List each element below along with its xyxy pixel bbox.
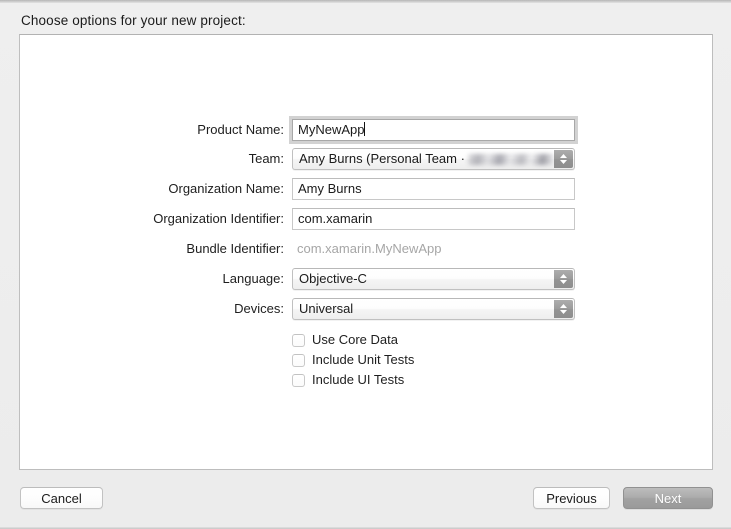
control-organization-name: Amy Burns [292, 178, 575, 200]
checkbox-label: Include UI Tests [312, 372, 405, 387]
team-value: Amy Burns (Personal Team · [299, 151, 465, 166]
chevron-down-icon [560, 310, 567, 314]
chevron-up-icon [560, 304, 567, 308]
checkbox-box-icon[interactable] [292, 353, 305, 367]
organization-identifier-input[interactable]: com.xamarin [292, 208, 575, 230]
chevron-up-icon [560, 154, 567, 158]
label-bundle-identifier: Bundle Identifier: [186, 241, 284, 256]
cancel-button[interactable]: Cancel [20, 487, 103, 509]
control-product-name: MyNewApp [289, 116, 578, 144]
checkbox-include-unit-tests[interactable]: Include Unit Tests [292, 351, 414, 369]
checkbox-label: Use Core Data [312, 332, 398, 347]
text-caret [364, 122, 366, 136]
chevron-up-icon [560, 274, 567, 278]
window-top-edge [0, 0, 731, 3]
control-devices: Universal [292, 298, 575, 320]
organization-name-value: Amy Burns [298, 181, 362, 196]
chevron-down-icon [560, 160, 567, 164]
label-language: Language: [222, 271, 284, 286]
devices-dropdown[interactable]: Universal [292, 298, 575, 320]
control-bundle-identifier: com.xamarin.MyNewApp [292, 238, 575, 260]
control-language: Objective-C [292, 268, 575, 290]
product-name-value: MyNewApp [298, 122, 365, 137]
checkbox-box-icon[interactable] [292, 373, 305, 387]
field-row-product-name: Product Name: MyNewApp [20, 116, 712, 144]
organization-identifier-value: com.xamarin [298, 211, 373, 226]
field-row-organization-name: Organization Name: Amy Burns [20, 178, 712, 200]
label-organization-name: Organization Name: [168, 181, 284, 196]
language-value: Objective-C [299, 271, 367, 286]
product-name-input[interactable]: MyNewApp [289, 116, 578, 144]
redacted-team-identifier [467, 154, 554, 166]
control-team: Amy Burns (Personal Team · [292, 148, 575, 170]
field-row-bundle-identifier: Bundle Identifier: com.xamarin.MyNewApp [20, 238, 712, 260]
devices-value: Universal [299, 301, 354, 316]
page-title: Choose options for your new project: [21, 13, 246, 28]
team-dropdown[interactable]: Amy Burns (Personal Team · [292, 148, 575, 170]
label-devices: Devices: [234, 301, 284, 316]
previous-button[interactable]: Previous [533, 487, 610, 509]
checkbox-include-ui-tests[interactable]: Include UI Tests [292, 371, 404, 389]
checkbox-use-core-data[interactable]: Use Core Data [292, 331, 398, 349]
field-row-devices: Devices: Universal [20, 298, 712, 320]
next-button[interactable]: Next [623, 487, 713, 509]
field-row-language: Language: Objective-C [20, 268, 712, 290]
project-options-dialog: Choose options for your new project: Pro… [0, 0, 731, 529]
options-panel: Product Name: MyNewApp Team: Amy Burns (… [19, 34, 713, 470]
devices-stepper[interactable] [554, 300, 573, 318]
checkbox-box-icon[interactable] [292, 333, 305, 347]
checkbox-label: Include Unit Tests [312, 352, 415, 367]
team-stepper[interactable] [554, 150, 573, 168]
label-team: Team: [248, 151, 284, 166]
field-row-team: Team: Amy Burns (Personal Team · [20, 148, 712, 170]
chevron-down-icon [560, 280, 567, 284]
organization-name-input[interactable]: Amy Burns [292, 178, 575, 200]
label-product-name: Product Name: [197, 122, 284, 137]
label-organization-identifier: Organization Identifier: [153, 211, 284, 226]
language-dropdown[interactable]: Objective-C [292, 268, 575, 290]
field-row-organization-identifier: Organization Identifier: com.xamarin [20, 208, 712, 230]
control-organization-identifier: com.xamarin [292, 208, 575, 230]
bundle-identifier-value: com.xamarin.MyNewApp [297, 241, 442, 256]
language-stepper[interactable] [554, 270, 573, 288]
